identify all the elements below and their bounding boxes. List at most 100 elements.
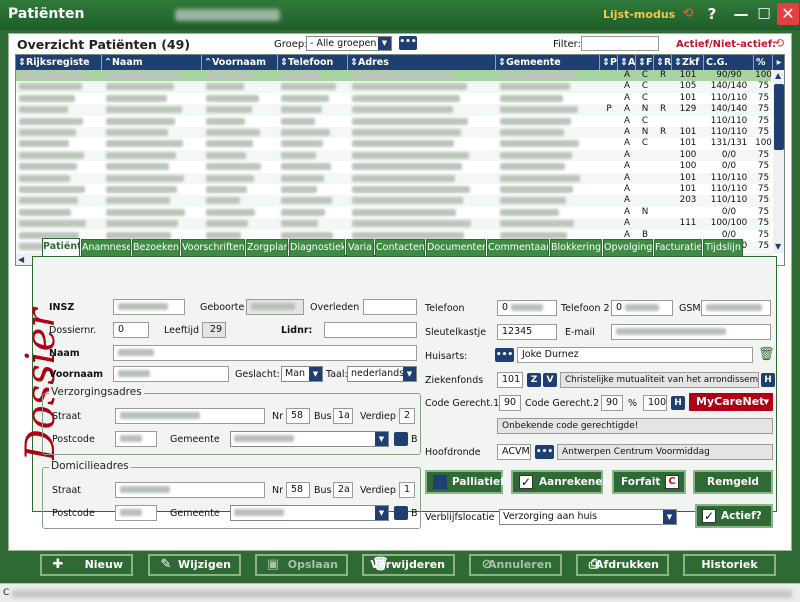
dom-bus-field[interactable]: 2a: [333, 482, 353, 498]
insz-field[interactable]: [113, 299, 185, 315]
refresh-icon[interactable]: ⟲: [680, 6, 696, 22]
table-row[interactable]: A 101 110/110 75: [16, 184, 771, 196]
column-header-voornaam[interactable]: ⌃Voornaam: [202, 55, 278, 70]
actief-toggle[interactable]: ✓ Actief?: [695, 504, 773, 528]
column-header-cg[interactable]: C.G.: [704, 55, 754, 70]
close-button[interactable]: ✕: [777, 3, 799, 25]
column-header-a[interactable]: ⇕A: [618, 55, 636, 70]
group-more-button[interactable]: •••: [399, 36, 417, 50]
verwijderen-button[interactable]: 🗑 Verwijderen: [362, 554, 455, 576]
tab-contacten[interactable]: Contacten: [375, 239, 425, 256]
palliatief-toggle[interactable]: Palliatief: [425, 470, 505, 494]
vertical-scroll-thumb[interactable]: [774, 84, 784, 150]
sleutelkastje-field[interactable]: 12345: [497, 324, 557, 340]
table-row[interactable]: A C 101 110/110 75: [16, 92, 771, 105]
ziekenfonds-z-button[interactable]: Z: [527, 373, 541, 387]
maximize-button[interactable]: ☐: [754, 4, 774, 24]
verz-postcode-field[interactable]: [115, 431, 157, 447]
mycarenet-button[interactable]: MyCareNet ▼: [689, 393, 773, 411]
verz-nr-field[interactable]: 58: [286, 408, 310, 424]
column-header-adres[interactable]: ⇕Adres: [348, 55, 496, 70]
table-row[interactable]: A N 0/0 75: [16, 206, 771, 219]
scroll-up-icon[interactable]: ▲: [775, 71, 781, 80]
email-field[interactable]: [611, 324, 771, 340]
table-row[interactable]: A N R 101 110/110 75: [16, 127, 771, 139]
tab-bezoeken[interactable]: Bezoeken: [132, 239, 180, 256]
remgeld-button[interactable]: Remgeld: [693, 470, 773, 494]
wijzigen-button[interactable]: ✎ Wijzigen: [148, 554, 241, 576]
aanrekenen-toggle[interactable]: ✓ Aanrekenen: [511, 470, 610, 494]
table-row[interactable]: A 111 100/100 75: [16, 218, 771, 230]
dom-straat-field[interactable]: [115, 482, 265, 498]
tab-anamnese[interactable]: Anamnese: [81, 239, 131, 256]
tab-varia[interactable]: Varia: [346, 239, 374, 256]
gemeente-lookup-button[interactable]: [394, 432, 408, 446]
column-header-telefoon[interactable]: ⇕Telefoon: [278, 55, 348, 70]
chevron-right-icon[interactable]: ▸: [773, 55, 784, 70]
naam-field[interactable]: [113, 345, 417, 361]
dom-verdiep-field[interactable]: 1: [399, 482, 415, 498]
hoofdronde-lookup-button[interactable]: •••: [535, 445, 554, 459]
hoofdronde-code-field[interactable]: ACVM: [497, 444, 531, 460]
table-row[interactable]: A C 101 131/131 100: [16, 138, 772, 150]
forfait-value[interactable]: C: [665, 475, 679, 489]
table-row[interactable]: A 203 110/110 75: [16, 195, 771, 207]
column-header-p[interactable]: ⇕P: [600, 55, 618, 70]
table-row[interactable]: A C 105 140/140 75: [16, 81, 771, 93]
taal-select[interactable]: nederlands ▼: [347, 366, 417, 382]
table-row[interactable]: A C 110/110 75: [16, 115, 771, 127]
refresh-icon[interactable]: ⟲: [774, 36, 784, 50]
tab-facturatie[interactable]: Facturatie: [654, 239, 702, 256]
tab-zorgplan[interactable]: Zorgplan: [246, 239, 288, 256]
aanrekenen-checkbox[interactable]: ✓: [519, 475, 533, 489]
dom-postcode-field[interactable]: [115, 505, 157, 521]
tab-documenten[interactable]: Documenten: [426, 239, 486, 256]
verz-bus-field[interactable]: 1a: [333, 408, 353, 424]
nieuw-button[interactable]: ✚ Nieuw: [40, 554, 133, 576]
minimize-button[interactable]: —: [731, 4, 751, 24]
column-header-gemeente[interactable]: ⇕Gemeente: [496, 55, 600, 70]
huisarts-lookup-button[interactable]: •••: [495, 348, 514, 362]
verz-verdiep-field[interactable]: 2: [399, 408, 415, 424]
telefoon-field[interactable]: 0: [497, 300, 557, 316]
verblijfslocatie-select[interactable]: Verzorging aan huis ▼: [499, 509, 677, 525]
pct-field[interactable]: 100: [643, 395, 667, 411]
tab-opvolging[interactable]: Opvolging: [603, 239, 653, 256]
afdrukken-button[interactable]: ⎙ Afdrukken: [576, 554, 669, 576]
vertical-scrollbar[interactable]: ▲ ▼: [773, 70, 784, 253]
ziekenfonds-v-button[interactable]: V: [543, 373, 557, 387]
trash-icon[interactable]: 🗑: [758, 347, 775, 363]
lidnr-field[interactable]: [324, 322, 417, 338]
verz-gemeente-select[interactable]: ▼: [230, 431, 389, 447]
table-row[interactable]: A 100 0/0 75: [16, 161, 771, 173]
filter-input[interactable]: [581, 36, 659, 51]
gsm-field[interactable]: [701, 300, 771, 316]
actief-checkbox[interactable]: ✓: [702, 509, 716, 523]
codegerecht1-field[interactable]: 90: [499, 395, 521, 411]
column-header-f[interactable]: ⇕F: [636, 55, 654, 70]
list-mode-link[interactable]: Lijst-modus: [603, 8, 675, 21]
scroll-down-icon[interactable]: ▼: [775, 242, 781, 251]
tab-commentaar[interactable]: Commentaar: [487, 239, 549, 256]
ziekenfonds-code-field[interactable]: 101: [497, 372, 523, 388]
geboorte-field[interactable]: [246, 299, 304, 315]
table-row[interactable]: A 100 0/0 75: [16, 149, 771, 162]
palliatief-checkbox[interactable]: [433, 475, 447, 489]
tab-tijdslijn[interactable]: Tijdslijn: [703, 239, 743, 256]
tab-patient[interactable]: Patiënt: [42, 238, 80, 257]
column-header-rijksregister[interactable]: ⇕Rijksregiste: [16, 55, 102, 70]
overleden-field[interactable]: [363, 299, 417, 315]
help-button[interactable]: ?: [702, 4, 722, 24]
ziekenfonds-h-button[interactable]: H: [761, 373, 775, 387]
table-row[interactable]: A 101 110/110 75: [16, 172, 771, 184]
tab-blokkering[interactable]: Blokkering: [550, 239, 602, 256]
table-row[interactable]: A C R 101 90/90 100: [16, 70, 772, 82]
telefoon2-field[interactable]: 0: [611, 300, 673, 316]
codegerecht-h-button[interactable]: H: [671, 396, 685, 410]
historiek-button[interactable]: Historiek: [683, 554, 776, 576]
dom-gemeente-select[interactable]: ▼: [230, 505, 389, 521]
dom-nr-field[interactable]: 58: [286, 482, 310, 498]
column-header-zkf[interactable]: ⇕Zkf: [672, 55, 704, 70]
column-header-r[interactable]: ⇕R: [654, 55, 672, 70]
opslaan-button[interactable]: ▣ Opslaan: [255, 554, 348, 576]
